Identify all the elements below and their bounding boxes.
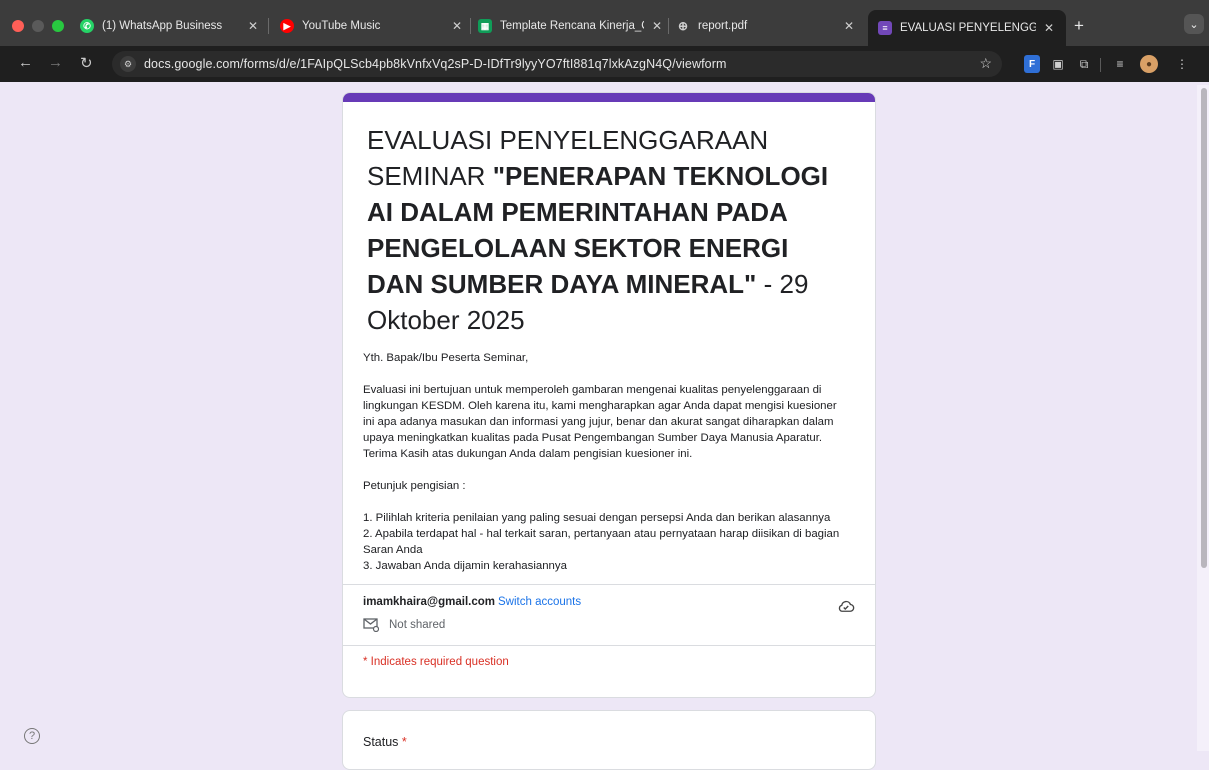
bookmark-star-icon[interactable]: ☆ — [979, 55, 992, 72]
whatsapp-icon: ✆ — [80, 19, 94, 33]
question-card-status: Status * — [342, 710, 876, 770]
question-title: Status * — [363, 735, 407, 749]
account-row: imamkhaira@gmail.com Switch accounts Not … — [343, 585, 875, 645]
instruction-item: 2. Apabila terdapat hal - hal terkait sa… — [363, 528, 840, 556]
close-icon[interactable]: ✕ — [842, 19, 856, 33]
reader-mode-icon[interactable]: ▣ — [1050, 55, 1066, 73]
google-sheets-icon: ▦ — [478, 19, 492, 33]
extension-icon[interactable]: F — [1024, 55, 1040, 73]
tab-template-rencana-kinerja[interactable]: ▦ Template Rencana Kinerja_O ✕ — [478, 12, 664, 40]
window-minimize-button[interactable] — [32, 20, 44, 32]
help-icon[interactable]: ? — [24, 728, 40, 744]
browser-toolbar: ← → ↻ ⚙ docs.google.com/forms/d/e/1FAIpQ… — [0, 46, 1209, 82]
mail-not-shared-icon — [363, 618, 379, 632]
new-tab-button[interactable]: + — [1074, 16, 1084, 36]
youtube-music-icon: ▶ — [280, 19, 294, 33]
tab-report-pdf[interactable]: ⊕ report.pdf ✕ — [676, 12, 856, 40]
profile-avatar[interactable]: ● — [1140, 55, 1158, 73]
required-asterisk: * — [401, 735, 407, 749]
close-icon[interactable]: ✕ — [450, 19, 464, 33]
tab-search-button[interactable]: ⌄ — [1184, 14, 1204, 34]
close-icon[interactable]: ✕ — [246, 19, 260, 33]
form-description: Yth. Bapak/Ibu Peserta Seminar, Evaluasi… — [363, 350, 851, 574]
tab-whatsapp-business[interactable]: ✆ (1) WhatsApp Business ✕ — [80, 12, 260, 40]
account-email: imamkhaira@gmail.com Switch accounts — [363, 596, 582, 608]
instruction-item: 3. Jawaban Anda dijamin kerahasiannya — [363, 560, 567, 572]
browser-menu-icon[interactable]: ⋮ — [1176, 55, 1188, 73]
extensions-puzzle-icon[interactable]: ⧉ — [1076, 55, 1092, 73]
globe-icon: ⊕ — [677, 19, 689, 33]
instruction-item: 1. Pilihlah kriteria penilaian yang pali… — [363, 512, 831, 524]
intro-text: Evaluasi ini bertujuan untuk memperoleh … — [363, 384, 837, 460]
tab-youtube-music[interactable]: ▶ YouTube Music ✕ — [280, 12, 464, 40]
reading-list-icon[interactable]: ≡ — [1112, 55, 1128, 73]
instructions-heading: Petunjuk pengisian : — [363, 480, 466, 492]
window-close-button[interactable] — [12, 20, 24, 32]
browser-tab-bar: ✆ (1) WhatsApp Business ✕ ▶ YouTube Musi… — [0, 0, 1209, 46]
form-accent-bar — [343, 93, 875, 102]
switch-accounts-link[interactable]: Switch accounts — [498, 596, 581, 608]
close-icon[interactable]: ✕ — [1042, 21, 1056, 35]
url-text: docs.google.com/forms/d/e/1FAIpQLScb4pb8… — [144, 57, 727, 71]
reload-button[interactable]: ↻ — [80, 54, 93, 72]
tab-evaluasi-form[interactable]: ≡ EVALUASI PENYELENGGARA ✕ — [868, 10, 1066, 46]
address-bar[interactable]: ⚙ docs.google.com/forms/d/e/1FAIpQLScb4p… — [112, 51, 1002, 77]
site-info-icon[interactable]: ⚙ — [120, 56, 136, 72]
cloud-saved-icon — [838, 600, 855, 612]
window-zoom-button[interactable] — [52, 20, 64, 32]
google-forms-icon: ≡ — [878, 21, 892, 35]
greeting-text: Yth. Bapak/Ibu Peserta Seminar, — [363, 352, 529, 364]
scrollbar-thumb[interactable] — [1201, 88, 1207, 568]
close-icon[interactable]: ✕ — [650, 19, 664, 33]
form-header-card: EVALUASI PENYELENGGARAAN SEMINAR "PENERA… — [342, 92, 876, 698]
forward-button[interactable]: → — [48, 54, 63, 71]
required-question-note: * Indicates required question — [363, 656, 509, 668]
not-shared-status: Not shared — [363, 618, 445, 632]
form-title: EVALUASI PENYELENGGARAAN SEMINAR "PENERA… — [367, 125, 829, 335]
back-button[interactable]: ← — [18, 54, 33, 71]
